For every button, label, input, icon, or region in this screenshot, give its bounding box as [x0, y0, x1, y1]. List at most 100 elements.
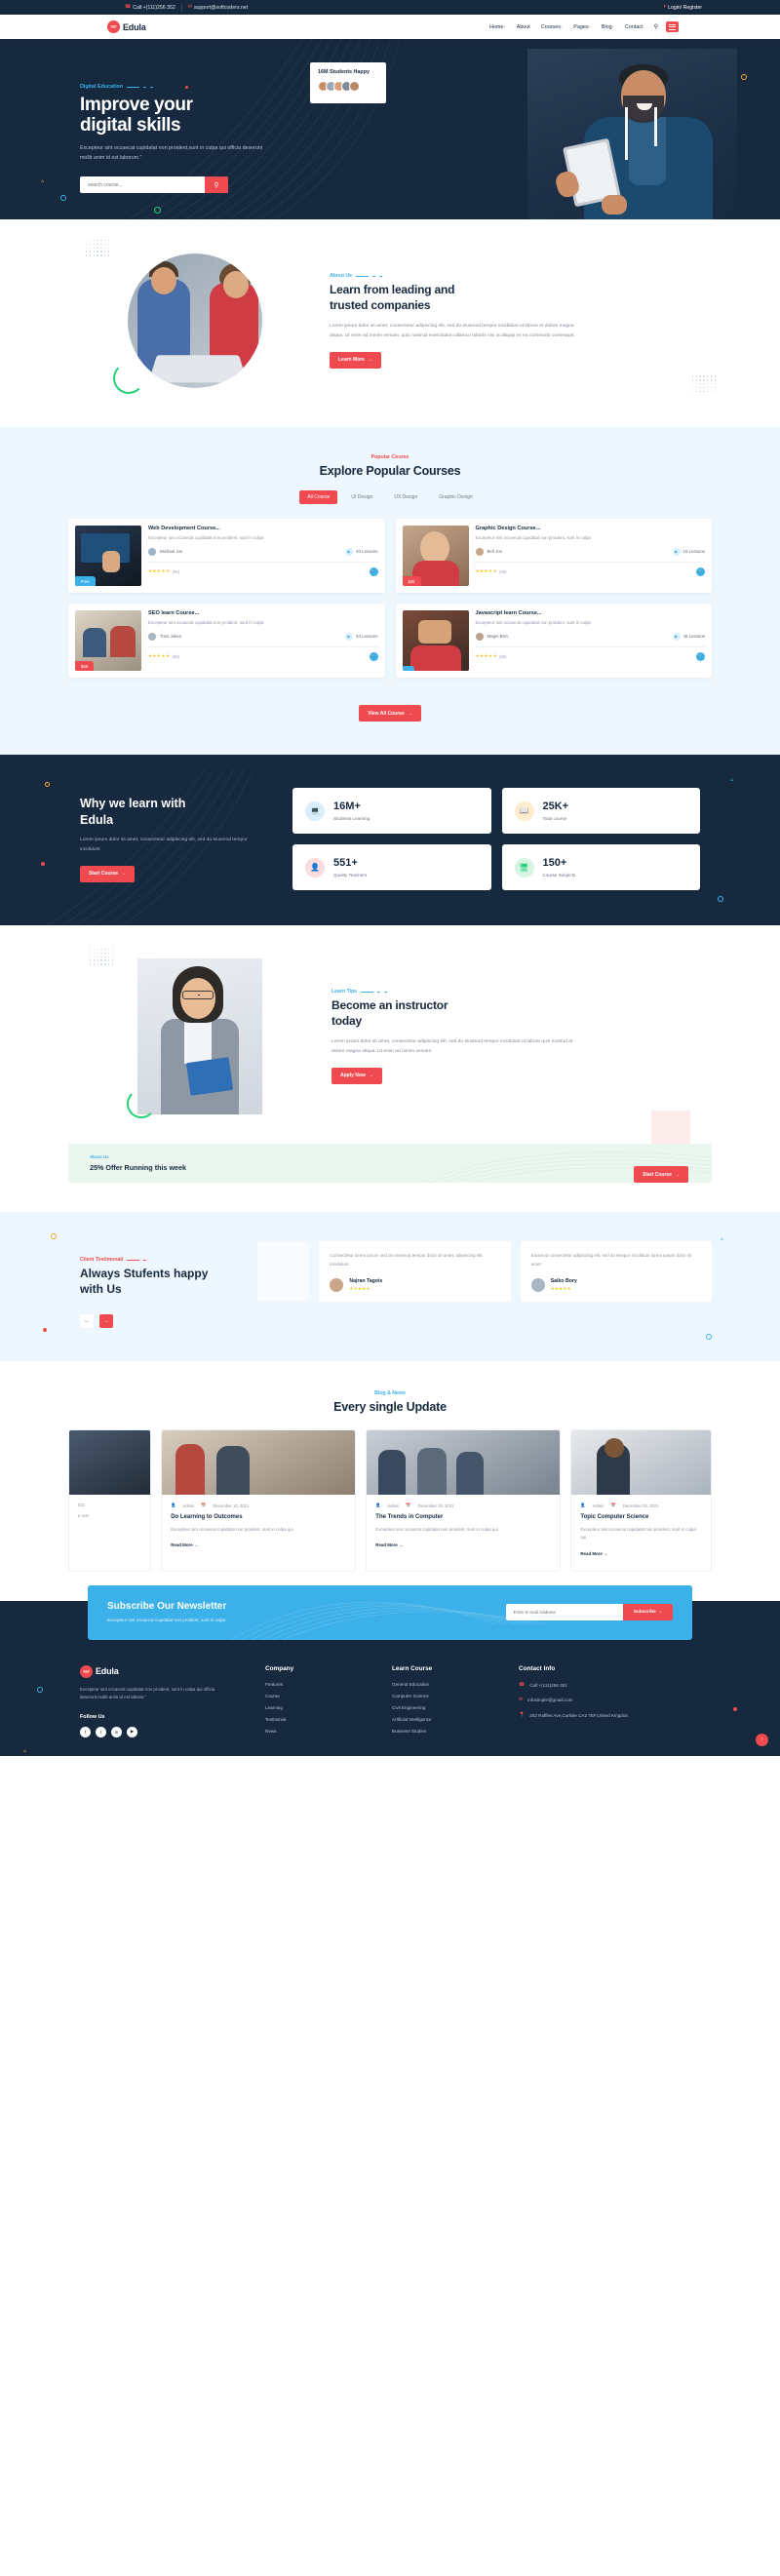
youtube-icon[interactable]: ▶ — [127, 1726, 137, 1737]
course-badge: Free — [75, 576, 96, 586]
topbar-phone-text: Call:+(111)256 352 — [133, 4, 176, 11]
deco-ring-blue — [60, 195, 66, 201]
deco-ring-blue — [718, 896, 723, 902]
hero-search-box[interactable]: ⚲ — [80, 176, 228, 194]
brand-logo[interactable]: Edula — [107, 20, 146, 33]
course-card[interactable]: $25 Graphic Design Course... Excepteur s… — [395, 519, 712, 593]
course-title: Javascript learn Course... — [475, 610, 542, 616]
instructor-section: Learn Tips Become an instructor today Lo… — [0, 925, 780, 1134]
cart-icon[interactable]: 🛒 — [696, 566, 705, 576]
course-card[interactable]: Free Web Development Course... Excepteur… — [68, 519, 385, 593]
tab-graphic-design[interactable]: Graphic Design — [431, 490, 480, 504]
blog-card-partial[interactable]: 021 e non — [68, 1429, 152, 1572]
avatar — [475, 547, 484, 556]
students-happy-badge: 16M Students Happy — [310, 62, 386, 103]
footer-link-learning[interactable]: Learning — [265, 1705, 382, 1710]
tab-all-course[interactable]: All Course — [299, 490, 338, 504]
footer-contact-phone[interactable]: ☎ Call:+(111)256 352 — [519, 1682, 694, 1690]
topbar-email[interactable]: ✉ support@softcoders.net — [188, 5, 248, 11]
read-more-link[interactable]: Read More → — [171, 1542, 198, 1547]
blog-card[interactable]: 👤 Admin 📅 December 10, 2021 Do Learning … — [161, 1429, 357, 1572]
cart-icon[interactable]: 🛒 — [369, 651, 378, 661]
search-icon[interactable]: ⚲ — [654, 23, 658, 30]
stat-number: 551+ — [333, 856, 358, 869]
tab-ui-design[interactable]: UI Design — [343, 490, 380, 504]
twitter-icon[interactable]: t — [96, 1726, 106, 1737]
nav-item-about[interactable]: About — [517, 24, 530, 30]
deco-ring-orange — [45, 782, 50, 787]
read-more-link[interactable]: Read More → — [580, 1551, 607, 1556]
hero-search-button[interactable]: ⚲ — [205, 176, 228, 194]
nav-item-blog[interactable]: Blog+ — [602, 24, 614, 30]
footer-link-general-education[interactable]: General Education — [392, 1682, 509, 1687]
nav-item-home[interactable]: Home+ — [489, 24, 506, 30]
blog-section: Blog & News Every single Update 021 e no… — [0, 1361, 780, 1601]
why-start-course-button[interactable]: Start Course → — [80, 865, 136, 882]
footer-contact-email[interactable]: ✉ infosimple@gmail.com — [519, 1697, 694, 1704]
arrow-right-icon: → — [367, 357, 372, 364]
stat-card-students: 💻 16M+ Students Learning — [292, 788, 491, 834]
read-more-link[interactable]: Read More → — [375, 1542, 403, 1547]
linkedin-icon[interactable]: in — [111, 1726, 122, 1737]
offer-start-course-button[interactable]: Start Course → — [633, 1166, 688, 1183]
rating-stars: ★★★★★ — [475, 653, 498, 659]
login-register-link[interactable]: ⏵ Login/ Register — [664, 5, 702, 11]
apply-now-button[interactable]: Apply Now → — [332, 1067, 382, 1084]
course-title: SEO learn Course... — [148, 610, 200, 616]
next-arrow-button[interactable]: → — [99, 1314, 113, 1329]
offer-title: 25% Offer Running this week — [90, 1163, 187, 1172]
blog-card[interactable]: 👤 Admin 📅 December 15, 2021 The Trends i… — [366, 1429, 562, 1572]
testimonial-eyebrow: Client Testimonail — [80, 1257, 244, 1263]
footer-brand[interactable]: Edula — [80, 1664, 255, 1678]
scroll-to-top-button[interactable]: ↑ — [756, 1733, 768, 1746]
newsletter-email-input[interactable] — [505, 1604, 623, 1621]
course-badge: $49 — [75, 661, 94, 671]
footer-link-civil-engineering[interactable]: Civil Engineering — [392, 1705, 509, 1710]
footer-link-artificial-intelligence[interactable]: Artificial Intelligence — [392, 1717, 509, 1722]
course-thumbnail — [402, 610, 469, 671]
login-icon: ⏵ — [663, 4, 667, 10]
view-all-courses-button[interactable]: View All Course → — [359, 705, 421, 722]
course-author: Michael Joe — [160, 549, 183, 555]
testimonial-card: Consectetur lorem ipsum sed do eiusmod t… — [319, 1241, 511, 1302]
teacher-icon: 👤 — [305, 857, 325, 878]
footer-link-testiminial[interactable]: Testiminial — [265, 1717, 382, 1722]
deco-dot-red — [41, 862, 45, 866]
facebook-icon[interactable]: f — [80, 1726, 91, 1737]
hamburger-menu-icon[interactable] — [666, 21, 679, 32]
newsletter-subscribe-button[interactable]: Subscribe → — [622, 1604, 673, 1621]
logo-icon — [107, 20, 120, 33]
play-icon: ▶ — [672, 632, 681, 641]
hero-search-input[interactable] — [80, 181, 205, 188]
testimonial-card-partial — [257, 1241, 310, 1302]
cart-icon[interactable]: 🛒 — [696, 651, 705, 661]
instructor-image — [137, 958, 262, 1114]
blog-desc: Excepteur sint occaecat cupidatat non pr… — [171, 1527, 293, 1533]
avatar — [530, 1278, 545, 1292]
blog-date: December 10, 2021 — [213, 1503, 250, 1508]
nav-item-contact[interactable]: Contact — [625, 24, 644, 30]
user-icon: 👤 — [171, 1503, 176, 1508]
cart-icon[interactable]: 🛒 — [369, 566, 378, 576]
nav-item-courses[interactable]: Courses+ — [541, 24, 563, 30]
rating-count: (05) — [499, 653, 507, 659]
book-icon: 📖 — [514, 800, 534, 821]
blog-card[interactable]: 👤 Admin 📅 December 05, 2021 Topic Comput… — [570, 1429, 713, 1572]
course-card[interactable]: $49 SEO learn Course... Excepteur sint o… — [68, 604, 385, 678]
course-author: Magni Bert — [487, 634, 508, 640]
footer-link-computer-science[interactable]: Computer Science — [392, 1694, 509, 1698]
prev-arrow-button[interactable]: ← — [80, 1314, 94, 1329]
footer-link-course[interactable]: Course — [265, 1694, 382, 1698]
about-eyebrow: About Us — [330, 273, 712, 279]
blog-post-title: The Trends in Computer — [375, 1514, 444, 1521]
tab-ux-design[interactable]: UX Design — [386, 490, 425, 504]
footer-link-business-studies[interactable]: Business Studies — [392, 1729, 509, 1734]
footer-link-news[interactable]: News — [265, 1729, 382, 1734]
topbar-phone[interactable]: ☎ Call:+(111)256 352 — [125, 5, 176, 11]
avatar — [475, 632, 484, 641]
nav-item-pages[interactable]: Pages+ — [573, 24, 591, 30]
course-card[interactable]: Javascript learn Course... Excepteur sin… — [395, 604, 712, 678]
course-lessons: ▶ 46 Lessons — [672, 632, 705, 641]
footer-link-features[interactable]: Features — [265, 1682, 382, 1687]
about-learn-more-button[interactable]: Learn More → — [330, 351, 381, 369]
